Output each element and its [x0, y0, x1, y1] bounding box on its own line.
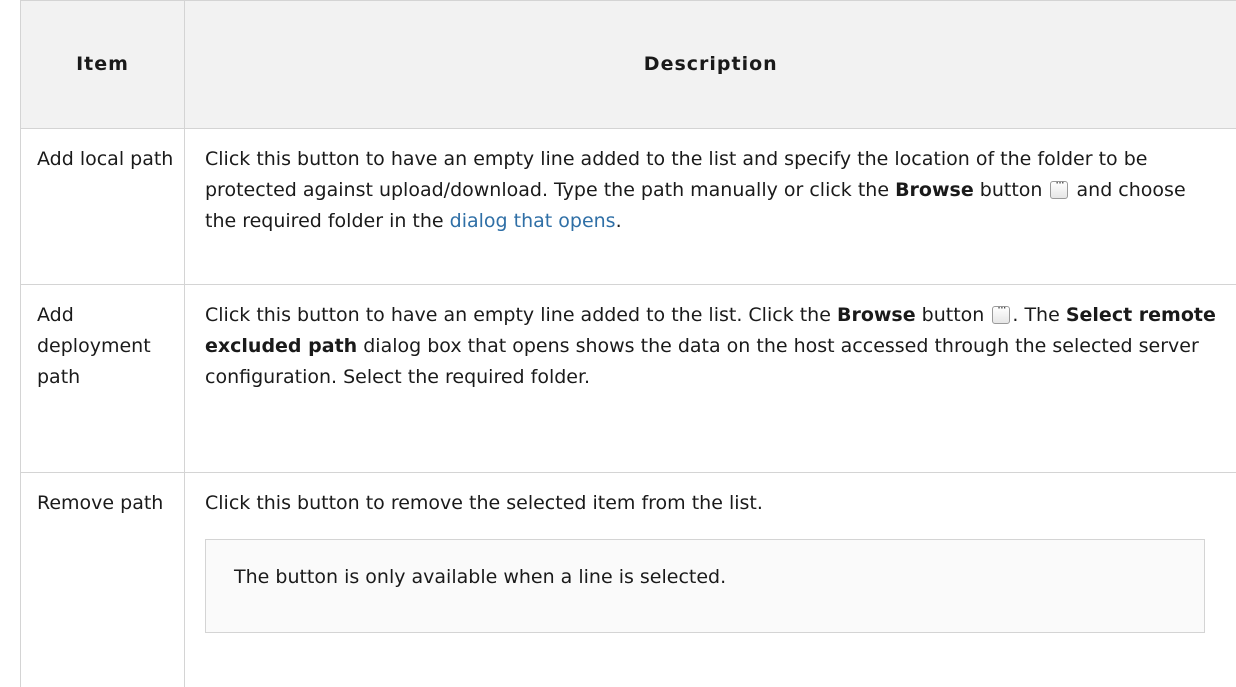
- item-add-deployment-path: Add deployment path: [21, 285, 185, 473]
- header-description: Description: [185, 1, 1236, 129]
- item-add-local-path: Add local path: [21, 129, 185, 285]
- desc-text: Click this button to remove the selected…: [205, 488, 1223, 519]
- table-row: Remove path Click this button to remove …: [21, 473, 1236, 687]
- table-row: Add local path Click this button to have…: [21, 129, 1236, 285]
- note-text: The button is only available when a line…: [234, 566, 726, 588]
- table-header-row: Item Description: [21, 1, 1236, 129]
- browse-label: Browse: [895, 179, 974, 201]
- table-row: Add deployment path Click this button to…: [21, 285, 1236, 473]
- desc-text: Click this button to have an empty line …: [205, 304, 837, 326]
- header-item: Item: [21, 1, 185, 129]
- description-remove-path: Click this button to remove the selected…: [185, 473, 1236, 687]
- desc-text: button: [974, 179, 1049, 201]
- ellipsis-browse-icon: [992, 306, 1010, 324]
- item-remove-path: Remove path: [21, 473, 185, 687]
- desc-text: . The: [1012, 304, 1065, 326]
- note-box: The button is only available when a line…: [205, 539, 1205, 633]
- desc-text: .: [616, 210, 622, 232]
- options-table: Item Description Add local path Click th…: [20, 0, 1236, 687]
- ellipsis-browse-icon: [1050, 181, 1068, 199]
- description-add-deployment-path: Click this button to have an empty line …: [185, 285, 1236, 473]
- description-add-local-path: Click this button to have an empty line …: [185, 129, 1236, 285]
- desc-text: button: [916, 304, 991, 326]
- browse-label: Browse: [837, 304, 916, 326]
- dialog-that-opens-link[interactable]: dialog that opens: [450, 210, 616, 232]
